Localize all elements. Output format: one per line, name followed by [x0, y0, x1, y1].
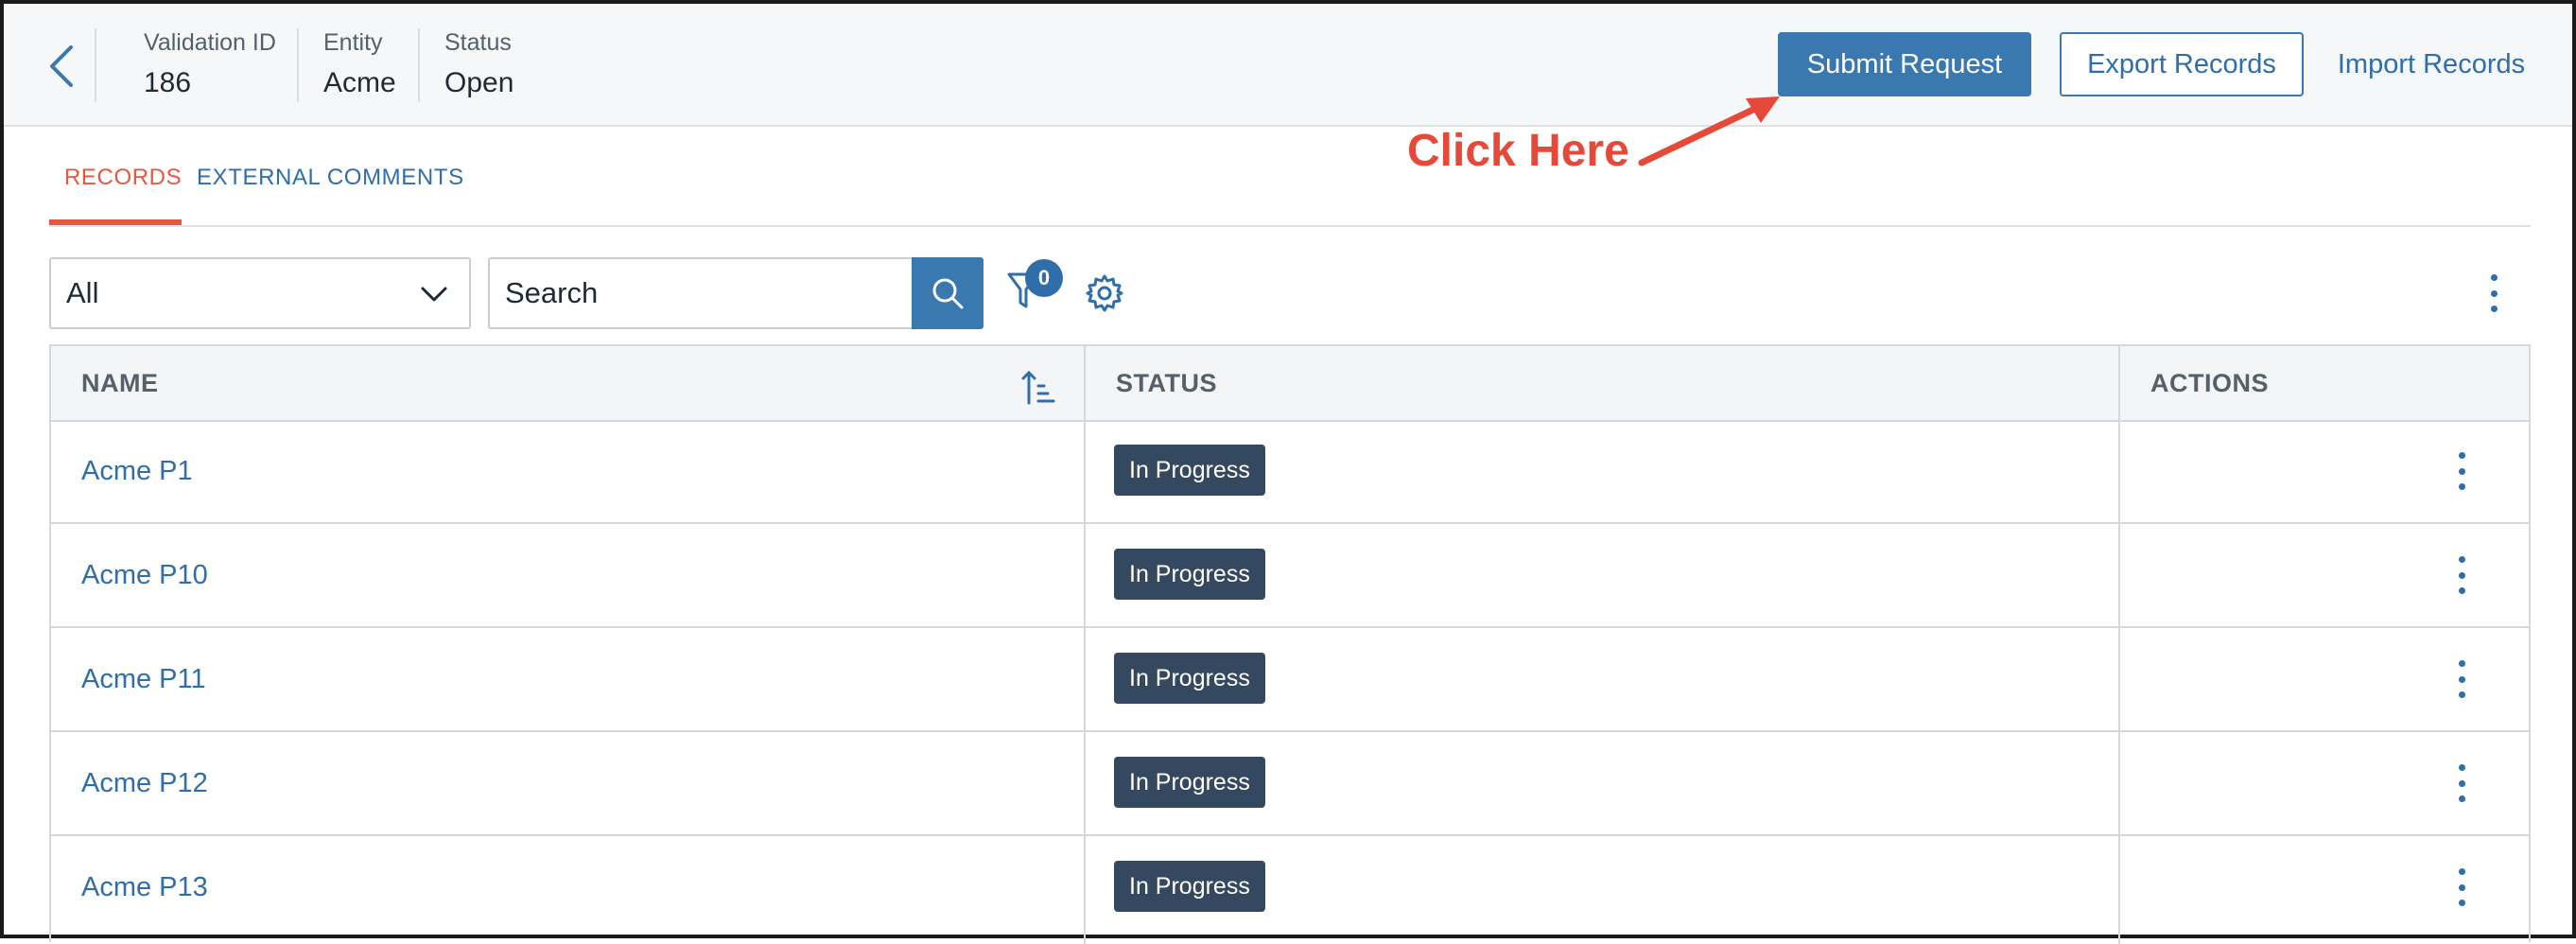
header-divider — [418, 28, 420, 102]
back-button[interactable] — [38, 38, 85, 95]
column-header-status: STATUS — [1116, 368, 1217, 397]
tab-bar: RECORDS EXTERNAL COMMENTS — [49, 155, 2531, 227]
meta-value: 186 — [144, 67, 192, 98]
select-value: All — [66, 276, 99, 309]
status-badge: In Progress — [1114, 549, 1265, 600]
header-divider — [95, 28, 96, 102]
meta-validation-id: Validation ID 186 — [144, 28, 276, 104]
table-row: Acme P11 In Progress — [51, 628, 2529, 732]
header-bar: Validation ID 186 Entity Acme Status Ope… — [4, 4, 2572, 127]
settings-button[interactable] — [1084, 272, 1125, 314]
kebab-icon — [2447, 865, 2476, 906]
record-name-link[interactable]: Acme P13 — [81, 872, 208, 903]
table-row: Acme P10 In Progress — [51, 524, 2529, 628]
header-divider — [297, 28, 299, 102]
tab-active-indicator — [49, 219, 182, 225]
row-actions-button[interactable] — [2447, 865, 2476, 910]
kebab-icon — [2447, 552, 2476, 594]
import-records-button[interactable]: Import Records — [2323, 32, 2540, 96]
record-name-link[interactable]: Acme P11 — [81, 664, 206, 695]
record-name-link[interactable]: Acme P10 — [81, 560, 208, 591]
record-name-link[interactable]: Acme P12 — [81, 768, 208, 799]
more-options-button[interactable] — [2480, 271, 2508, 316]
row-actions-button[interactable] — [2447, 448, 2476, 494]
records-table: NAME STATUS ACTIONS Acme P1 In Progress … — [49, 344, 2531, 944]
filter-count-badge: 0 — [1025, 259, 1063, 297]
table-row: Acme P13 In Progress — [51, 836, 2529, 938]
sort-ascending-icon[interactable] — [1021, 369, 1055, 407]
tab-records[interactable]: RECORDS — [64, 165, 182, 191]
tab-external-comments[interactable]: EXTERNAL COMMENTS — [197, 165, 464, 191]
meta-value: Acme — [323, 67, 396, 98]
meta-value: Open — [444, 67, 514, 98]
row-actions-button[interactable] — [2447, 656, 2476, 702]
meta-label: Status — [444, 29, 512, 56]
row-actions-button[interactable] — [2447, 552, 2476, 598]
chevron-down-icon — [421, 287, 447, 302]
kebab-icon — [2480, 271, 2508, 312]
column-header-name[interactable]: NAME — [81, 346, 159, 420]
search-button[interactable] — [912, 257, 983, 329]
status-badge: In Progress — [1114, 445, 1265, 496]
search-icon — [932, 278, 964, 309]
chevron-left-icon — [50, 45, 73, 87]
meta-label: Validation ID — [144, 29, 276, 56]
kebab-icon — [2447, 656, 2476, 698]
meta-entity: Entity Acme — [323, 28, 396, 104]
kebab-icon — [2447, 448, 2476, 490]
search-input[interactable] — [488, 257, 914, 329]
gear-icon — [1086, 274, 1123, 312]
status-badge: In Progress — [1114, 653, 1265, 704]
submit-request-button[interactable]: Submit Request — [1778, 32, 2031, 96]
export-records-button[interactable]: Export Records — [2060, 32, 2304, 96]
status-badge: In Progress — [1114, 757, 1265, 808]
table-row: Acme P1 In Progress — [51, 420, 2529, 524]
column-header-actions: ACTIONS — [2150, 368, 2269, 397]
meta-label: Entity — [323, 29, 383, 56]
row-actions-button[interactable] — [2447, 760, 2476, 806]
status-badge: In Progress — [1114, 861, 1265, 912]
record-filter-select[interactable]: All — [49, 257, 471, 329]
meta-status: Status Open — [444, 28, 513, 104]
table-row: Acme P12 In Progress — [51, 732, 2529, 836]
table-header: NAME STATUS ACTIONS — [51, 346, 2529, 422]
record-name-link[interactable]: Acme P1 — [81, 456, 193, 487]
kebab-icon — [2447, 760, 2476, 802]
